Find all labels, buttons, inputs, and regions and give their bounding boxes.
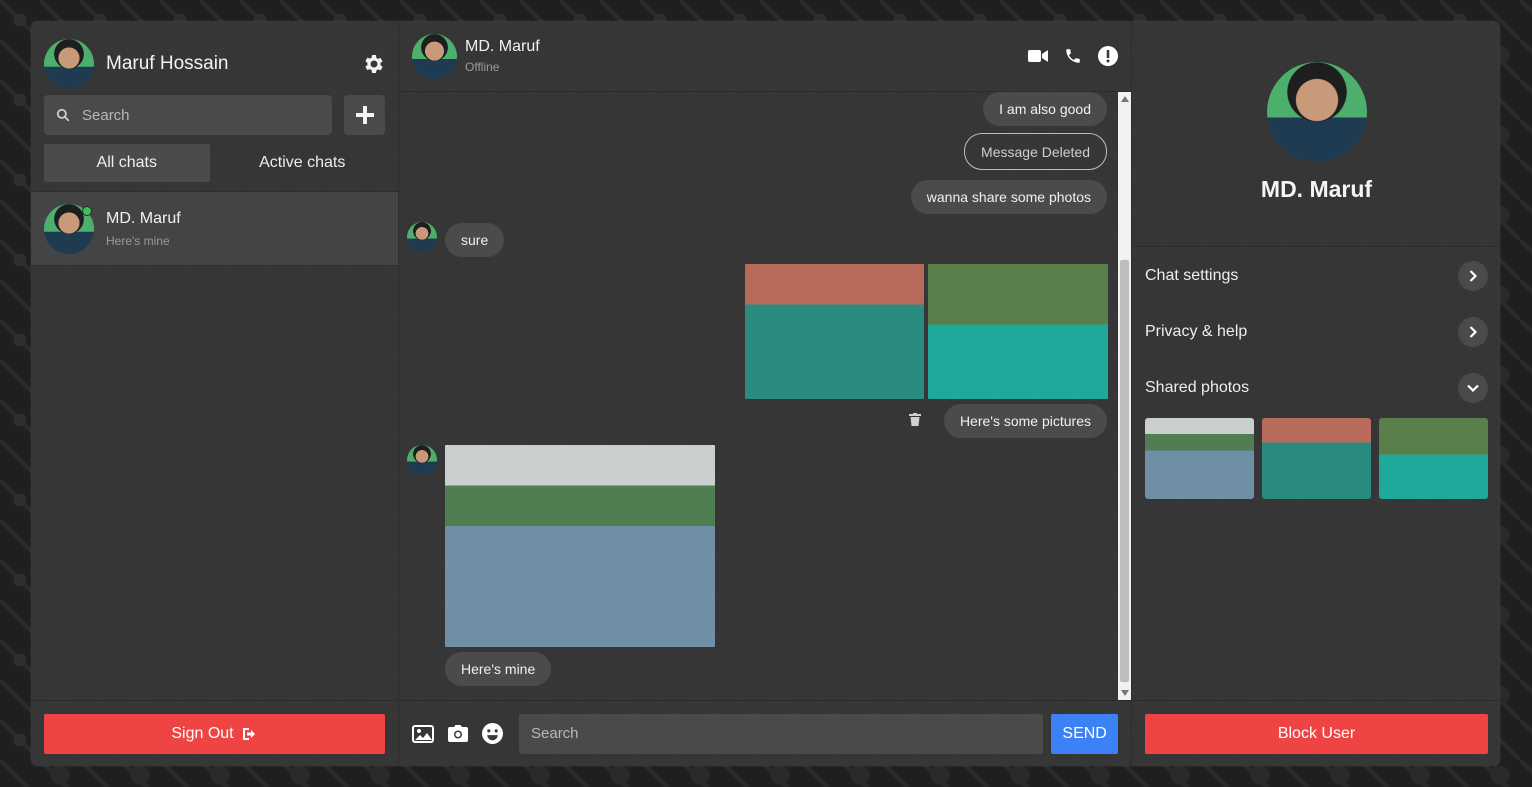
tab-active-chats[interactable]: Active chats xyxy=(220,144,386,182)
chat-item-preview: Here's mine xyxy=(106,233,170,248)
sign-out-button[interactable]: Sign Out xyxy=(44,713,385,754)
shared-photo[interactable] xyxy=(445,445,715,647)
shared-photo-thumb[interactable] xyxy=(1262,418,1371,499)
chat-search-input[interactable]: Search xyxy=(44,95,333,135)
contact-avatar xyxy=(44,203,94,254)
delete-trash-icon[interactable] xyxy=(909,413,921,426)
message-avatar xyxy=(407,445,437,475)
option-label: Privacy & help xyxy=(1145,323,1248,340)
chevron-right-icon xyxy=(1458,317,1488,347)
video-call-icon[interactable] xyxy=(1028,49,1048,63)
contact-details-panel: MD. Maruf Chat settings Privacy & help S… xyxy=(1132,21,1500,766)
message-scrollbar[interactable] xyxy=(1118,92,1131,700)
shared-photo[interactable] xyxy=(928,264,1108,399)
online-indicator xyxy=(82,205,92,216)
conversation-header: MD. Maruf Offline xyxy=(399,21,1131,92)
message-list[interactable]: I am also good Message Deleted wanna sha… xyxy=(399,92,1131,700)
chat-settings-option[interactable]: Chat settings xyxy=(1132,248,1500,304)
shared-photo-thumb[interactable] xyxy=(1145,418,1254,499)
shared-photo-thumb[interactable] xyxy=(1379,418,1488,499)
chevron-down-icon xyxy=(1458,373,1488,403)
plus-icon xyxy=(355,106,374,124)
message-outgoing: wanna share some photos xyxy=(910,180,1107,214)
scrollbar-thumb[interactable] xyxy=(1120,260,1129,682)
scroll-up-arrow-icon[interactable] xyxy=(1121,96,1129,102)
send-button[interactable]: SEND xyxy=(1051,713,1118,754)
message-input-placeholder: Search xyxy=(531,725,579,742)
message-outgoing: Here's some pictures xyxy=(943,404,1107,438)
message-incoming: sure xyxy=(445,223,505,257)
chat-app: Maruf Hossain Search All chats Active ch… xyxy=(31,21,1500,766)
message-outgoing: I am also good xyxy=(983,92,1107,126)
sign-out-label: Sign Out xyxy=(171,724,234,742)
sidebar-header: Maruf Hossain xyxy=(31,21,398,95)
privacy-help-option[interactable]: Privacy & help xyxy=(1132,304,1500,360)
shared-photo[interactable] xyxy=(745,264,924,399)
shared-photos-grid xyxy=(1132,418,1500,499)
emoji-icon[interactable] xyxy=(482,723,503,744)
new-chat-button[interactable] xyxy=(344,95,385,135)
chat-list: MD. Maruf Here's mine xyxy=(31,191,398,700)
tab-all-chats[interactable]: All chats xyxy=(44,144,210,182)
settings-gear-icon[interactable] xyxy=(361,52,385,76)
sidebar: Maruf Hossain Search All chats Active ch… xyxy=(31,21,399,766)
message-incoming: Here's mine xyxy=(445,652,552,686)
conversation-pane: MD. Maruf Offline I am also good Message… xyxy=(399,21,1132,766)
search-icon xyxy=(56,108,70,122)
camera-icon[interactable] xyxy=(448,725,468,742)
image-attach-icon[interactable] xyxy=(412,724,434,743)
user-avatar[interactable] xyxy=(44,39,94,89)
contact-name: MD. Maruf xyxy=(465,38,540,55)
chat-list-item[interactable]: MD. Maruf Here's mine xyxy=(31,191,398,266)
option-label: Chat settings xyxy=(1145,267,1239,284)
contact-profile-avatar xyxy=(1266,62,1367,162)
shared-photos-option[interactable]: Shared photos xyxy=(1132,360,1500,416)
sign-out-icon xyxy=(242,727,255,740)
scroll-down-arrow-icon[interactable] xyxy=(1121,690,1129,696)
phone-call-icon[interactable] xyxy=(1064,47,1082,65)
contact-avatar[interactable] xyxy=(412,33,457,79)
contact-profile-name: MD. Maruf xyxy=(1260,176,1373,202)
block-user-button[interactable]: Block User xyxy=(1145,713,1488,754)
message-avatar xyxy=(407,222,437,252)
contact-status: Offline xyxy=(465,60,500,74)
message-input[interactable]: Search xyxy=(519,713,1044,754)
user-name: Maruf Hossain xyxy=(106,53,229,74)
search-placeholder: Search xyxy=(82,106,130,124)
chevron-right-icon xyxy=(1458,261,1488,291)
message-composer: Search SEND xyxy=(399,700,1131,766)
option-label: Shared photos xyxy=(1145,379,1250,396)
info-alert-icon[interactable] xyxy=(1098,46,1118,66)
chat-item-name: MD. Maruf xyxy=(106,209,181,227)
message-deleted: Message Deleted xyxy=(964,133,1107,170)
